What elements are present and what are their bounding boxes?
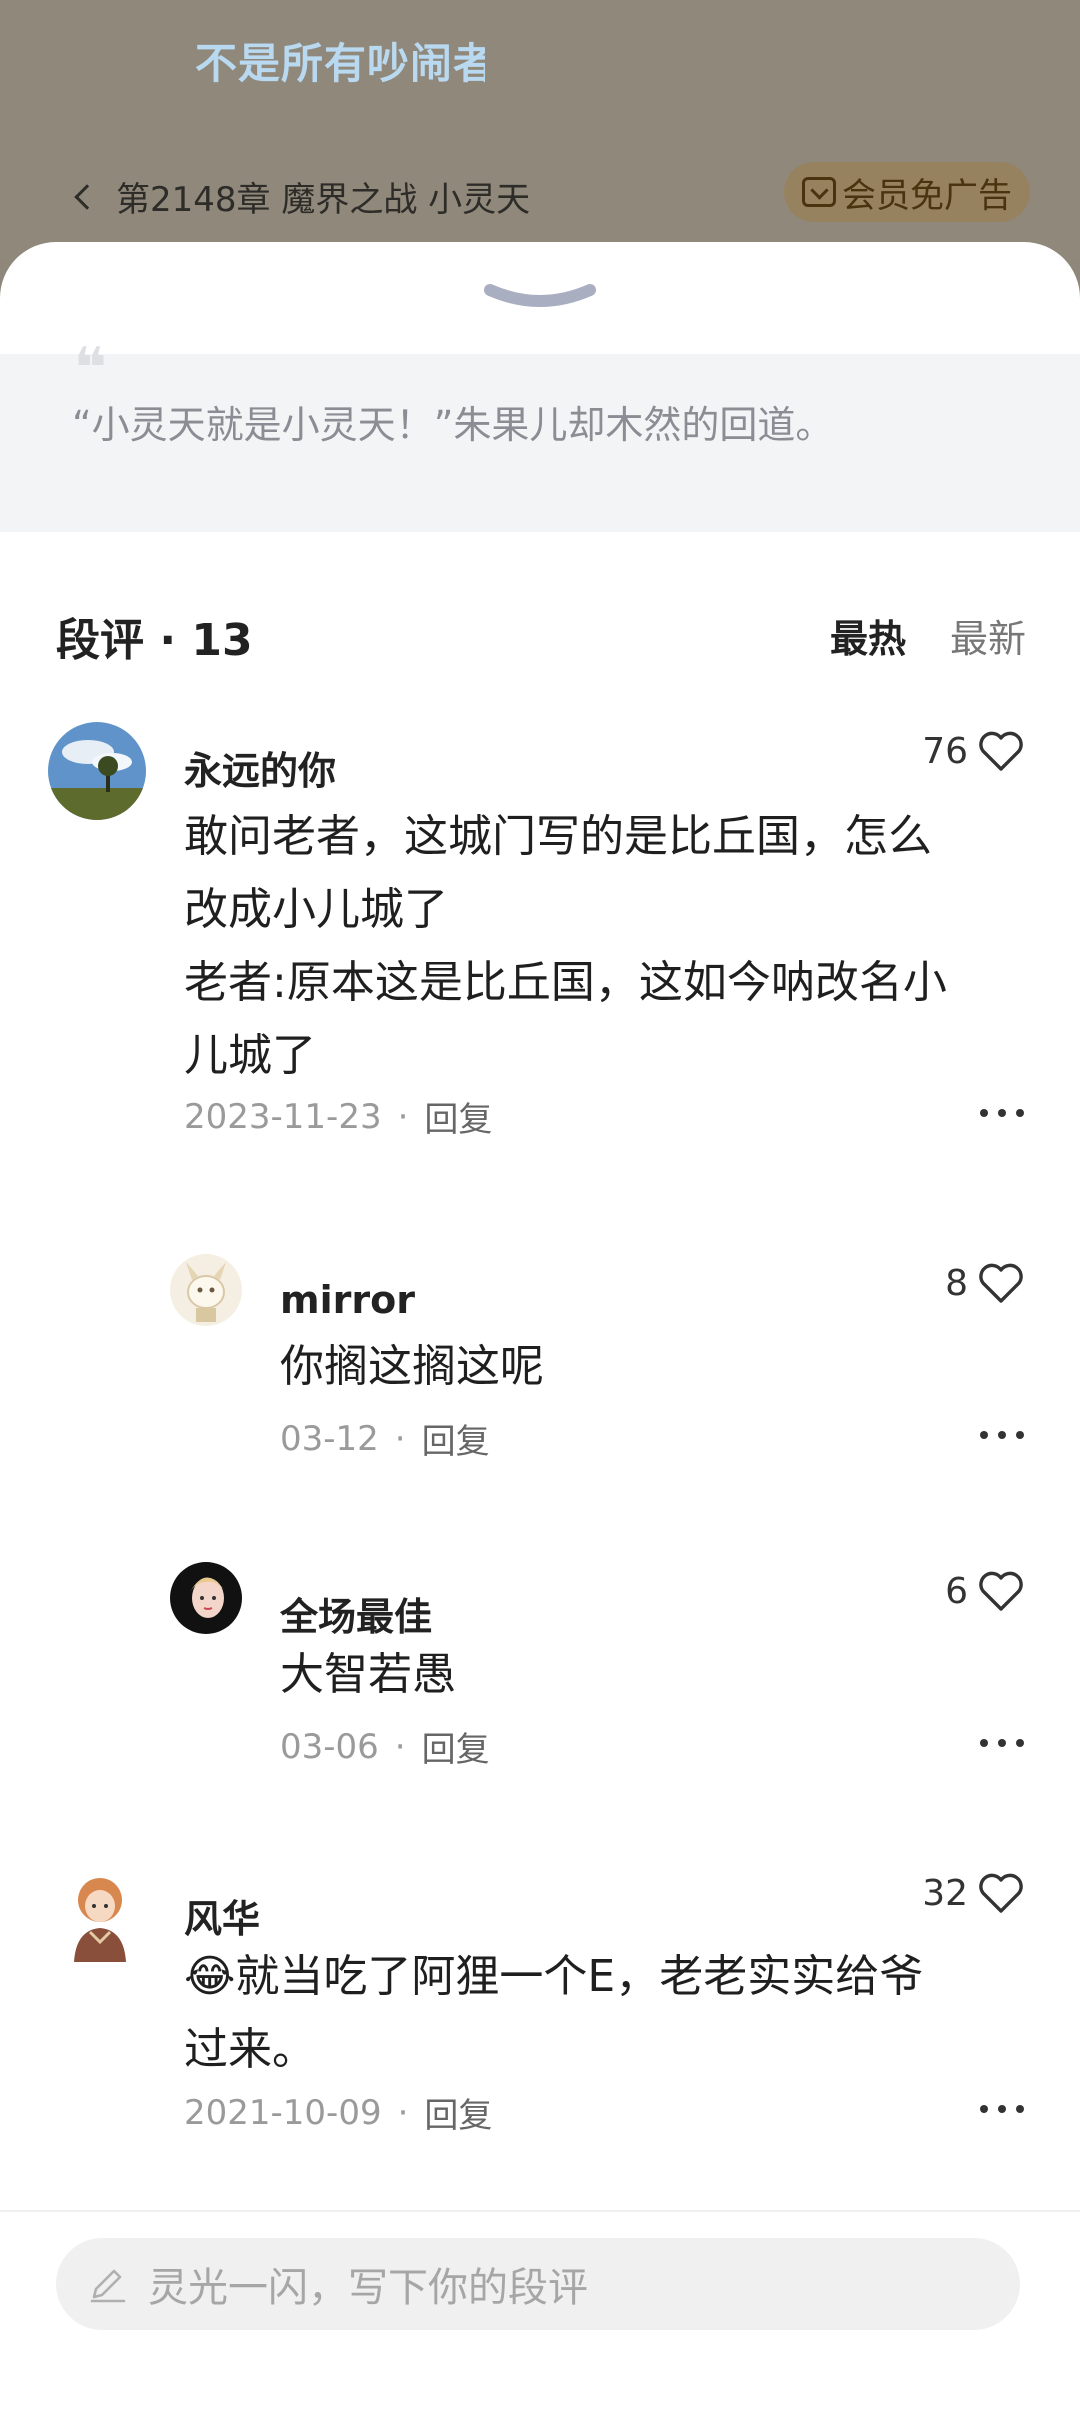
comment-text: 大智若愚	[280, 1638, 456, 1711]
sort-hot-tab[interactable]: 最热	[830, 608, 906, 663]
reply-button[interactable]: 回复	[422, 1414, 490, 1463]
comment-item: 永远的你 76 敢问老者，这城门写的是比丘国，怎么 改成小儿城了 老者:原本这是…	[0, 722, 1080, 1140]
comment-line: 你搁这搁这呢	[280, 1341, 544, 1392]
quote-mark-icon: ❝	[74, 336, 107, 401]
comment-item: 风华 32 😂就当吃了阿狸一个E，老老实实给爷 过来。 2021-10-09 ·…	[0, 1870, 1080, 2136]
reader-background: 不是所有吵闹者 第2148章 魔界之战 小灵天 会员免广告	[0, 0, 1080, 260]
separator-dot: ·	[397, 1096, 409, 1137]
comment-date: 03-06	[280, 1726, 379, 1767]
laughing-emoji-icon: 😂	[184, 1951, 236, 2002]
quote-text: “小灵天就是小灵天！”朱果儿却木然的回道。	[72, 403, 834, 447]
vip-no-ads-button[interactable]: 会员免广告	[784, 162, 1030, 222]
comment-line: 老者:原本这是比丘国，这如今呐改名小	[184, 957, 947, 1008]
vip-label: 会员免广告	[842, 175, 1012, 216]
avatar[interactable]	[60, 1870, 140, 1962]
more-options-icon[interactable]	[980, 1106, 1024, 1120]
username[interactable]: 风华	[184, 1888, 260, 1943]
chapter-title: 第2148章 魔界之战 小灵天	[116, 180, 531, 220]
like-button[interactable]: 76	[922, 730, 1024, 772]
composer-bar: 灵光一闪，写下你的段评	[0, 2210, 1080, 2414]
separator-dot: ·	[397, 2092, 409, 2133]
like-count: 76	[922, 730, 968, 772]
comment-line-text: 就当吃了阿狸一个E，老老实实给爷	[235, 1951, 924, 2002]
username[interactable]: 永远的你	[184, 740, 336, 795]
comment-text: 😂就当吃了阿狸一个E，老老实实给爷 过来。	[184, 1940, 923, 2086]
heart-icon	[979, 731, 1023, 771]
reply-item: 全场最佳 6 大智若愚 03-06 · 回复	[0, 1562, 1080, 1770]
comment-meta: 03-12 · 回复	[280, 1414, 490, 1463]
comment-line: 😂就当吃了阿狸一个E，老老实实给爷	[184, 1940, 923, 2013]
more-options-icon[interactable]	[980, 1736, 1024, 1750]
avatar[interactable]	[170, 1562, 242, 1634]
section-header: 段评 · 13 最热 最新	[56, 604, 1026, 666]
reply-button[interactable]: 回复	[422, 1722, 490, 1771]
comment-date: 2021-10-09	[184, 2092, 382, 2133]
comment-input[interactable]: 灵光一闪，写下你的段评	[56, 2238, 1020, 2330]
sort-new-tab[interactable]: 最新	[950, 608, 1026, 663]
separator-dot: ·	[394, 1418, 406, 1459]
heart-icon	[979, 1571, 1023, 1611]
comment-text: 你搁这搁这呢	[280, 1330, 544, 1403]
comment-input-placeholder: 灵光一闪，写下你的段评	[148, 2265, 588, 2311]
reply-button[interactable]: 回复	[424, 1092, 492, 1141]
chevron-down-icon	[484, 284, 596, 307]
comment-meta: 2023-11-23 · 回复	[184, 1092, 492, 1141]
more-options-icon[interactable]	[980, 1428, 1024, 1442]
comment-line: 敢问老者，这城门写的是比丘国，怎么	[184, 811, 932, 862]
separator-dot: ·	[394, 1726, 406, 1767]
comment-line: 过来。	[184, 2024, 316, 2075]
like-count: 8	[945, 1262, 968, 1304]
heart-icon	[979, 1263, 1023, 1303]
section-title: 段评 · 13	[56, 615, 253, 666]
comment-meta: 2021-10-09 · 回复	[184, 2088, 492, 2137]
like-button[interactable]: 32	[922, 1872, 1024, 1914]
vip-icon	[802, 177, 836, 207]
comment-date: 2023-11-23	[184, 1096, 382, 1137]
comment-meta: 03-06 · 回复	[280, 1722, 490, 1771]
comment-line: 改成小儿城了	[184, 884, 448, 935]
collapse-handle[interactable]	[482, 282, 598, 316]
comment-date: 03-12	[280, 1418, 379, 1459]
quoted-paragraph: ❝ “小灵天就是小灵天！”朱果儿却木然的回道。	[0, 336, 1080, 532]
reply-item: mirror 8 你搁这搁这呢 03-12 · 回复	[0, 1254, 1080, 1462]
chapter-back-link[interactable]: 第2148章 魔界之战 小灵天	[74, 172, 531, 221]
reply-button[interactable]: 回复	[424, 2088, 492, 2137]
avatar[interactable]	[48, 722, 146, 820]
comment-sheet: ❝ “小灵天就是小灵天！”朱果儿却木然的回道。 段评 · 13 最热 最新 永远…	[0, 242, 1080, 2414]
pencil-icon	[90, 2269, 126, 2303]
like-button[interactable]: 6	[945, 1570, 1024, 1612]
comment-text: 敢问老者，这城门写的是比丘国，怎么 改成小儿城了 老者:原本这是比丘国，这如今呐…	[184, 800, 947, 1092]
username[interactable]: mirror	[280, 1278, 415, 1322]
avatar[interactable]	[170, 1254, 242, 1326]
like-count: 6	[945, 1570, 968, 1612]
chevron-left-icon	[74, 183, 100, 210]
comment-line: 儿城了	[184, 1030, 316, 1081]
comment-line: 大智若愚	[280, 1649, 456, 1700]
like-count: 32	[922, 1872, 968, 1914]
banner-text: 不是所有吵闹者	[195, 39, 485, 88]
username[interactable]: 全场最佳	[280, 1586, 432, 1641]
heart-icon	[979, 1873, 1023, 1913]
like-button[interactable]: 8	[945, 1262, 1024, 1304]
more-options-icon[interactable]	[980, 2102, 1024, 2116]
